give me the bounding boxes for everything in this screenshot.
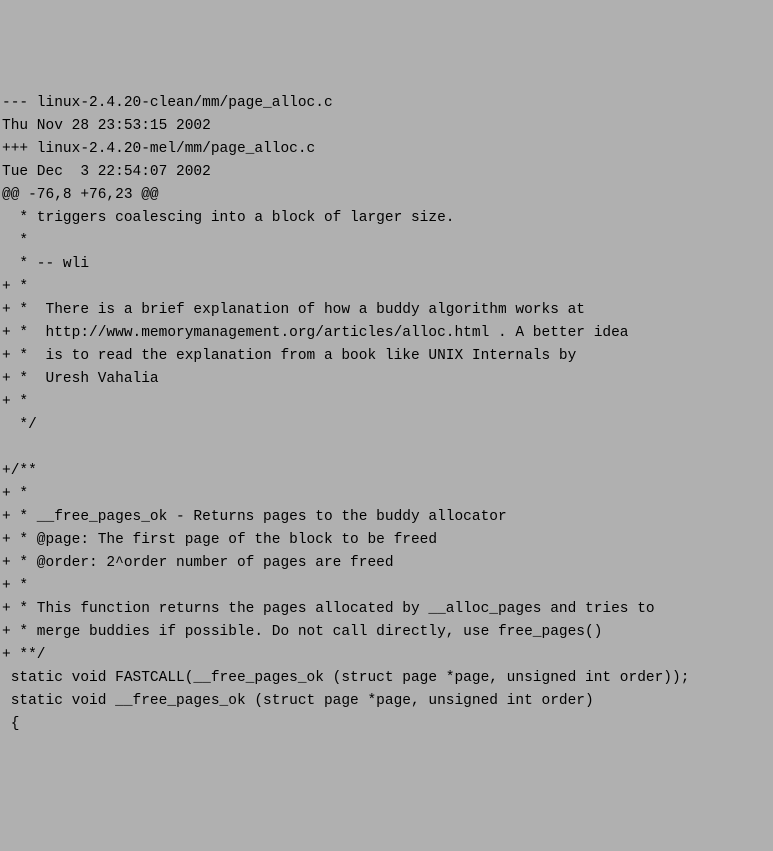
diff-content: --- linux-2.4.20-clean/mm/page_alloc.c T… (0, 92, 773, 736)
